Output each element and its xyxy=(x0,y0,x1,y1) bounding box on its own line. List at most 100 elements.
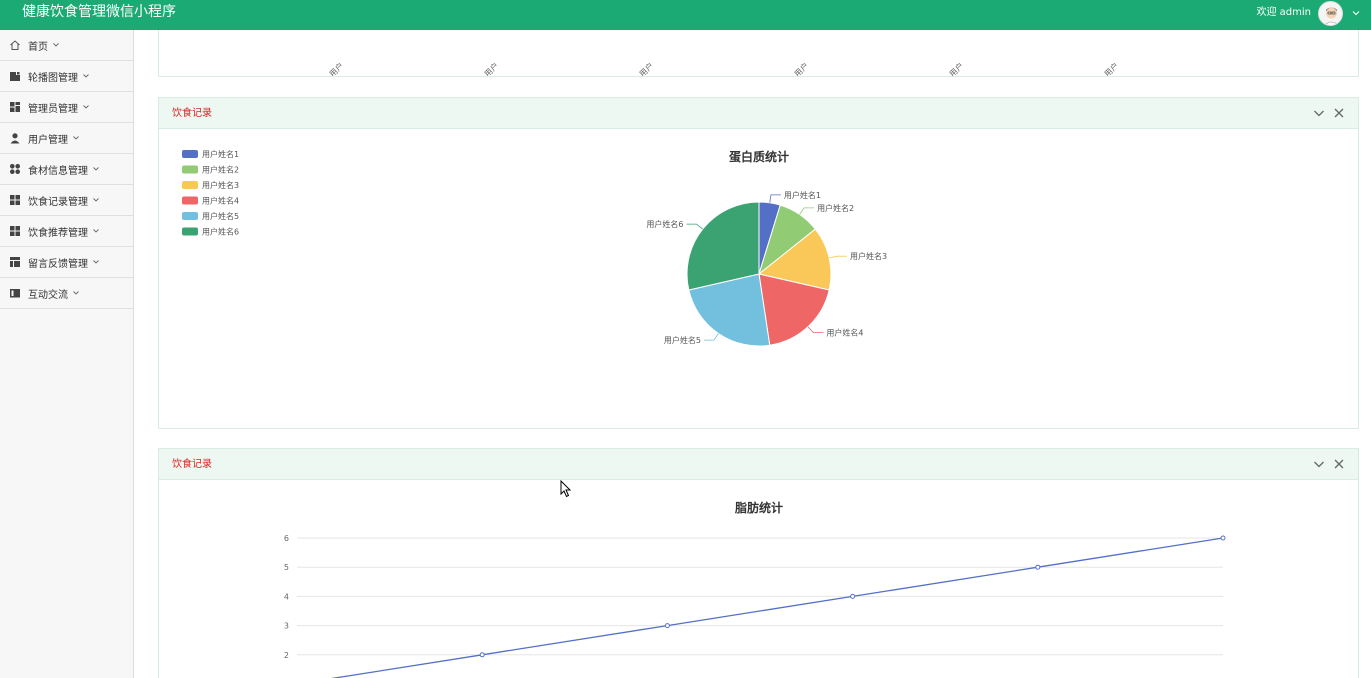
image-icon xyxy=(10,71,20,81)
sidebar-item-users[interactable]: 用户管理 xyxy=(0,123,133,154)
x-tick-label: 用户 xyxy=(637,60,655,76)
sidebar-item-home[interactable]: 首页 xyxy=(0,30,133,61)
sidebar-item-feedback[interactable]: 留言反馈管理 xyxy=(0,247,133,278)
data-point xyxy=(1035,564,1041,570)
pie-chart: 蛋白质统计用户姓名1用户姓名2用户姓名3用户姓名4用户姓名5用户姓名6用户姓名1… xyxy=(182,149,887,347)
chevron-down-icon xyxy=(83,105,89,109)
close-icon[interactable] xyxy=(1333,107,1345,119)
y-tick-label: 2 xyxy=(284,651,289,660)
top-header: 健康饮食管理微信小程序 欢迎 admin xyxy=(0,0,1371,30)
panel-header: 饮食记录 xyxy=(159,98,1358,129)
sidebar-item-carousel[interactable]: 轮播图管理 xyxy=(0,61,133,92)
chart-panel-top: 用户 用户 用户 用户 用户 用户 xyxy=(158,30,1359,77)
panel-title: 饮食记录 xyxy=(172,459,212,470)
grid-icon xyxy=(10,102,20,112)
legend-swatch xyxy=(182,227,198,236)
grid-icon xyxy=(10,195,20,205)
app-title: 健康饮食管理微信小程序 xyxy=(22,4,176,20)
legend-swatch xyxy=(182,212,198,220)
sidebar-item-ingredients[interactable]: 食材信息管理 xyxy=(0,154,133,185)
chart-x-axis-labels: 用户 用户 用户 用户 用户 用户 xyxy=(327,60,1120,76)
sidebar-item-interaction[interactable]: 互动交流 xyxy=(0,278,133,309)
chevron-down-icon xyxy=(73,291,79,295)
y-tick-label: 5 xyxy=(284,563,289,572)
y-tick-label: 6 xyxy=(284,534,289,543)
avatar[interactable] xyxy=(1318,1,1343,26)
legend-label: 用户姓名1 xyxy=(202,149,239,159)
main-content: 用户 用户 用户 用户 用户 用户 饮食记录 蛋白质统计 用户姓名1 用户姓名2 用户姓名3 用户… xyxy=(134,30,1371,678)
chevron-down-icon xyxy=(83,74,89,78)
pie-label: 用户姓名2 xyxy=(817,203,854,213)
legend-label: 用户姓名6 xyxy=(202,227,239,237)
pie-leader-line xyxy=(703,333,719,341)
line-chart: 脂肪统计 2 3 4 5 6 xyxy=(284,500,1226,678)
sidebar-item-label: 饮食推荐管理 xyxy=(28,227,88,239)
legend-swatch xyxy=(182,165,198,174)
y-tick-label: 4 xyxy=(284,592,289,601)
pie-leader-line xyxy=(829,255,847,259)
legend-label: 用户姓名3 xyxy=(202,180,239,190)
pie-slice xyxy=(686,201,760,291)
sidebar-item-label: 饮食记录管理 xyxy=(28,196,88,208)
chart-title: 蛋白质统计 xyxy=(729,149,789,164)
legend-swatch xyxy=(182,196,198,205)
legend-label: 用户姓名4 xyxy=(202,196,239,206)
chart-panel-fat: 饮食记录 脂肪统计 2 3 4 5 6 xyxy=(158,448,1359,678)
legend-swatch xyxy=(182,150,198,158)
chevron-down-icon xyxy=(93,260,99,264)
chevron-down-icon xyxy=(73,136,79,140)
sidebar-item-label: 用户管理 xyxy=(28,134,68,146)
chart-panel-protein: 饮食记录 蛋白质统计 用户姓名1 用户姓名2 用户姓名3 用户姓名4 用户姓名5 用户姓名6… xyxy=(158,97,1359,429)
chevron-down-icon[interactable] xyxy=(1351,8,1361,18)
x-tick-label: 用户 xyxy=(327,60,345,76)
pie-label: 用户姓名6 xyxy=(646,219,683,229)
pie-label: 用户姓名3 xyxy=(850,251,887,261)
sidebar-item-label: 互动交流 xyxy=(28,289,68,301)
x-tick-label: 用户 xyxy=(792,60,810,76)
welcome-text: 欢迎 admin xyxy=(1256,7,1311,18)
chart-title: 脂肪统计 xyxy=(734,500,783,515)
sidebar-item-admins[interactable]: 管理员管理 xyxy=(0,92,133,123)
pie-leader-line xyxy=(769,194,781,203)
sidebar-item-label: 食材信息管理 xyxy=(28,165,88,177)
close-icon[interactable] xyxy=(1333,458,1345,470)
pie-leader-line xyxy=(807,326,824,334)
chevron-down-icon xyxy=(93,229,99,233)
chevron-down-icon xyxy=(93,167,99,171)
pie-label: 用户姓名5 xyxy=(664,335,701,345)
user-icon xyxy=(10,133,20,144)
book-icon xyxy=(10,289,20,298)
legend-label: 用户姓名2 xyxy=(202,165,239,175)
mouse-cursor-icon xyxy=(560,480,572,498)
layout-icon xyxy=(10,257,20,267)
pie-label: 用户姓名4 xyxy=(826,328,863,338)
chevron-down-icon[interactable] xyxy=(1313,458,1325,470)
x-tick-label: 用户 xyxy=(482,60,500,76)
pie-leader-line xyxy=(799,207,815,215)
apps-icon xyxy=(10,164,20,174)
chevron-down-icon xyxy=(53,43,59,47)
chevron-down-icon xyxy=(93,198,99,202)
panel-title: 饮食记录 xyxy=(172,108,212,119)
sidebar-item-label: 留言反馈管理 xyxy=(28,258,88,270)
home-icon xyxy=(10,40,20,50)
sidebar-item-diet-records[interactable]: 饮食记录管理 xyxy=(0,185,133,216)
series-line xyxy=(330,537,1224,678)
sidebar: 首页 轮播图管理 管理员管理 用户管理 食材信息管理 饮食记录管理 饮食推荐管理… xyxy=(0,30,134,678)
chevron-down-icon[interactable] xyxy=(1313,107,1325,119)
sidebar-item-label: 管理员管理 xyxy=(28,103,78,115)
sidebar-item-label: 首页 xyxy=(28,41,48,53)
sidebar-item-label: 轮播图管理 xyxy=(28,72,78,84)
data-point xyxy=(1220,535,1226,541)
data-point xyxy=(664,623,670,629)
x-tick-label: 用户 xyxy=(947,60,965,76)
legend-label: 用户姓名5 xyxy=(202,211,239,221)
pie-label: 用户姓名1 xyxy=(784,190,821,200)
sidebar-item-diet-recommend[interactable]: 饮食推荐管理 xyxy=(0,216,133,247)
legend-swatch xyxy=(182,181,198,189)
x-tick-label: 用户 xyxy=(1102,60,1120,76)
panel-header: 饮食记录 xyxy=(159,449,1358,480)
data-point xyxy=(479,652,485,658)
grid-icon xyxy=(10,226,20,236)
y-tick-label: 3 xyxy=(284,622,289,631)
